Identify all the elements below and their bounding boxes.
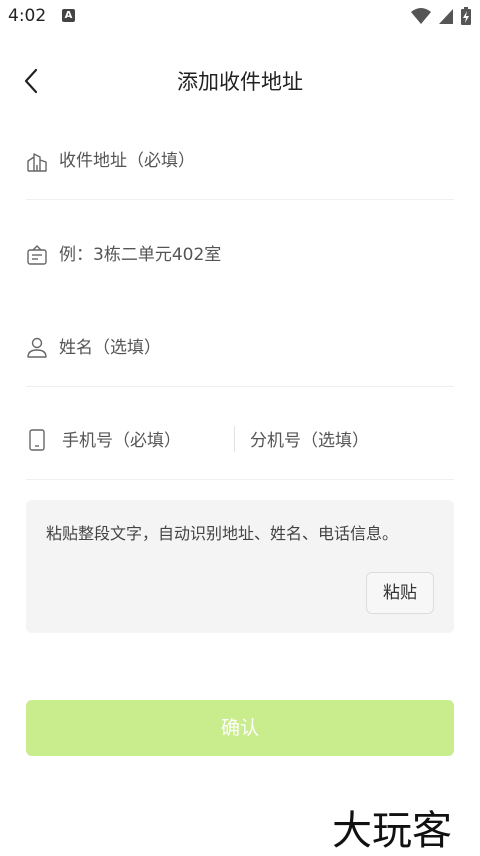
detail-address-input[interactable] xyxy=(59,242,449,268)
paste-button[interactable]: 粘贴 xyxy=(366,572,434,614)
address-input[interactable] xyxy=(59,148,449,174)
person-icon xyxy=(27,337,47,358)
status-icons xyxy=(410,6,472,26)
paste-area[interactable]: 粘贴整段文字，自动识别地址、姓名、电话信息。 粘贴 xyxy=(26,500,454,633)
confirm-button[interactable]: 确认 xyxy=(26,700,454,756)
cell-signal-icon xyxy=(438,9,453,24)
phone-icon xyxy=(29,429,45,451)
detail-address-row xyxy=(26,242,454,334)
building-icon xyxy=(27,153,47,172)
status-time: 4:02 xyxy=(8,6,47,26)
paste-placeholder: 粘贴整段文字，自动识别地址、姓名、电话信息。 xyxy=(46,524,399,543)
extension-input[interactable] xyxy=(250,428,450,454)
watermark-logo: 大玩客 xyxy=(332,808,452,854)
address-row xyxy=(26,148,454,240)
header: 添加收件地址 xyxy=(0,50,480,110)
divider xyxy=(26,199,454,200)
name-row xyxy=(26,335,454,427)
wifi-icon xyxy=(410,8,431,24)
phone-separator xyxy=(234,426,235,452)
divider xyxy=(26,386,454,387)
battery-charging-icon xyxy=(461,7,471,25)
page-title: 添加收件地址 xyxy=(177,70,303,94)
phone-input[interactable] xyxy=(62,428,222,454)
notification-badge: A xyxy=(62,9,75,22)
name-input[interactable] xyxy=(59,335,449,361)
divider xyxy=(26,479,454,480)
status-bar: 4:02 A xyxy=(0,0,480,34)
door-plate-icon xyxy=(27,245,47,265)
